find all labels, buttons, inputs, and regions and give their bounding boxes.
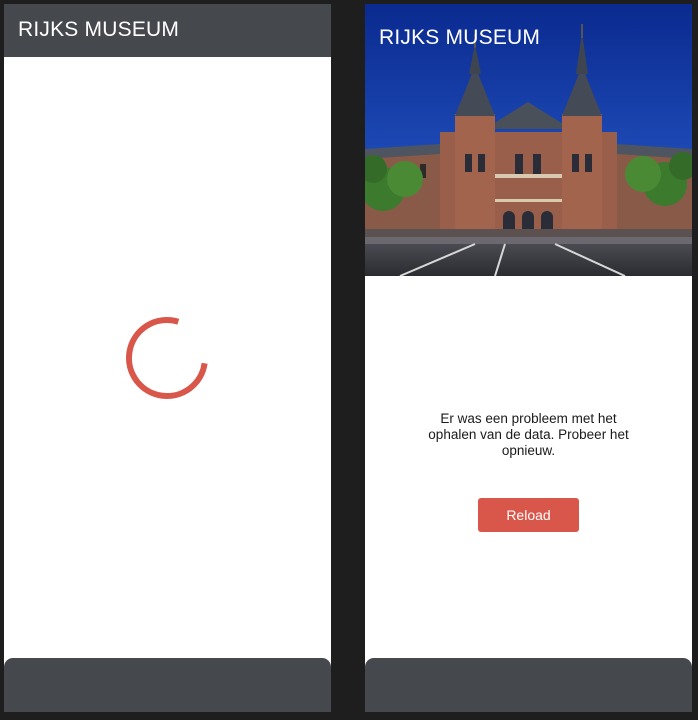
museum-hero-image: RIJKS MUSEUM xyxy=(365,4,692,276)
reload-button[interactable]: Reload xyxy=(478,498,579,532)
app-title: RIJKS MUSEUM xyxy=(379,26,541,49)
app-title: RIJKS MUSEUM xyxy=(18,18,180,41)
bottom-navigation-bar xyxy=(4,658,331,712)
error-screen: RIJKS MUSEUM Er was een probleem met het… xyxy=(365,4,692,712)
loading-screen: RIJKS MUSEUM xyxy=(4,4,331,712)
loading-spinner-icon xyxy=(126,317,208,399)
bottom-navigation-bar xyxy=(365,658,692,712)
error-message: Er was een probleem met het ophalen van … xyxy=(428,411,629,458)
app-header: RIJKS MUSEUM xyxy=(4,4,331,57)
